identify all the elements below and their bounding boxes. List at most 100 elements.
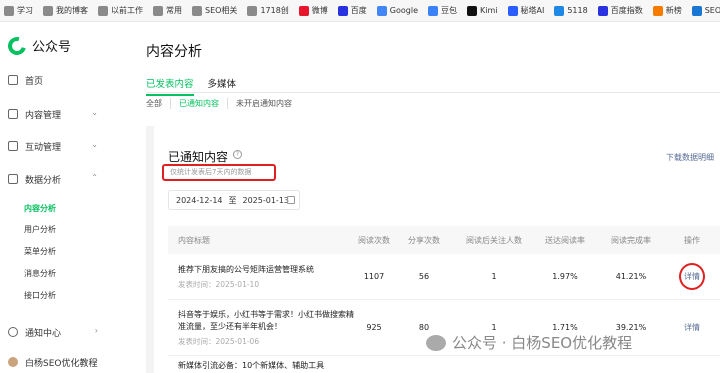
chevron-down-icon: ⌄ xyxy=(91,108,98,117)
bookmark-item[interactable]: 学习 xyxy=(4,5,33,16)
bookmark-item[interactable]: 我的博客 xyxy=(43,5,88,16)
sidebar-subitem-message-analysis[interactable]: 消息分析 xyxy=(24,268,56,279)
sidebar-item-label: 首页 xyxy=(25,76,44,87)
sidebar-subitem-user-analysis[interactable]: 用户分析 xyxy=(24,224,56,235)
main-content: 内容分析 已发表内容 多媒体 全部 已通知内容 未开启通知内容 已通知内容 ? … xyxy=(110,22,720,373)
kimi-icon xyxy=(467,5,478,16)
bookmark-label: 学习 xyxy=(17,6,33,15)
date-range-picker[interactable]: 2024-12-14 至 2025-01-13 xyxy=(168,190,300,210)
bookmark-label: Kimi xyxy=(480,6,498,15)
bookmark-item[interactable]: 1718创 xyxy=(247,5,289,16)
baidu-index-icon xyxy=(597,5,608,16)
cell-reads: 925 xyxy=(366,323,382,332)
wechat-icon xyxy=(426,334,446,351)
article-title[interactable]: 新媒体引流必备：10个新媒体、辅助工具 xyxy=(178,360,356,372)
col-follows: 阅读后关注人数 xyxy=(466,235,522,245)
detail-link[interactable]: 详情 xyxy=(679,263,705,290)
sidebar-item-label: 互动管理 xyxy=(25,142,62,153)
wechat-mp-logo-icon xyxy=(4,33,30,58)
bookmark-item[interactable]: 豆包 xyxy=(428,5,457,16)
folder-icon xyxy=(43,5,53,16)
bookmark-item[interactable]: 百度指数 xyxy=(597,5,643,16)
bookmark-label: 常用 xyxy=(166,6,182,15)
chevron-right-icon: › xyxy=(94,356,98,365)
col-reads: 阅读次数 xyxy=(358,235,390,245)
app-logo[interactable]: 公众号 xyxy=(4,33,72,58)
article-title[interactable]: 抖音等于娱乐，小红书等于需求！小红书做搜索精准流量，至少还有半年机会！ xyxy=(178,309,356,333)
folder-icon xyxy=(247,5,258,16)
sidebar-item-content-management[interactable]: 内容管理 ⌄ xyxy=(0,104,110,124)
bookmark-item[interactable]: 百度 xyxy=(337,5,367,16)
cell-reads: 1107 xyxy=(363,272,385,281)
watermark: 公众号 · 白杨SEO优化教程 xyxy=(426,332,632,353)
sidebar-item-notifications[interactable]: 通知中心 › xyxy=(0,322,110,342)
bookmark-label: Google xyxy=(389,6,419,15)
col-complete-rate: 阅读完成率 xyxy=(611,235,651,245)
date-separator: 至 xyxy=(228,195,237,205)
cell-reach-rate: 1.97% xyxy=(552,272,578,281)
article-title[interactable]: 推荐下朋友搞的公号矩阵运营管理系统 xyxy=(178,264,356,276)
bookmark-item[interactable]: 以前工作 xyxy=(98,5,143,16)
bookmark-item[interactable]: 微博 xyxy=(298,5,328,16)
tab-multimedia[interactable]: 多媒体 xyxy=(208,76,237,96)
sidebar-item-home[interactable]: 首页 xyxy=(0,70,110,90)
bookmark-item[interactable]: Kimi xyxy=(467,5,498,16)
subtab-not-notified[interactable]: 未开启通知内容 xyxy=(228,98,300,109)
help-icon[interactable]: ? xyxy=(233,150,242,159)
cell-reach-rate: 1.71% xyxy=(552,323,578,332)
calendar-icon xyxy=(287,196,295,204)
content-tabs: 已发表内容 多媒体 xyxy=(146,76,236,96)
col-reach-rate: 送达阅读率 xyxy=(545,235,585,245)
bookmark-item[interactable]: Google xyxy=(376,5,419,16)
logo-text: 公众号 xyxy=(32,40,72,55)
tab-published[interactable]: 已发表内容 xyxy=(146,76,194,96)
sidebar-subitem-api-analysis[interactable]: 接口分析 xyxy=(24,290,56,301)
chevron-up-icon: ⌃ xyxy=(91,173,98,182)
sidebar-item-data-analysis[interactable]: 数据分析 ⌃ xyxy=(0,169,110,189)
bookmark-item[interactable]: 5118 xyxy=(554,5,588,16)
watermark-text: 公众号 · 白杨SEO优化教程 xyxy=(452,334,633,352)
page-title: 内容分析 xyxy=(146,44,202,60)
google-icon xyxy=(376,5,387,16)
sidebar: 公众号 首页 内容管理 ⌄ 互动管理 ⌄ 数据分析 ⌃ 内容分析 用户分析 菜单… xyxy=(0,22,110,373)
bookmark-label: 新榜 xyxy=(665,6,682,15)
bookmark-item[interactable]: SEO查询 xyxy=(691,5,720,16)
chevron-right-icon: › xyxy=(94,326,98,335)
date-start: 2024-12-14 xyxy=(176,195,223,205)
sidebar-item-label: 数据分析 xyxy=(25,175,62,186)
cell-complete-rate: 39.21% xyxy=(615,323,647,332)
cell-shares: 56 xyxy=(418,272,430,281)
detail-link[interactable]: 详情 xyxy=(684,323,700,332)
download-data-link[interactable]: 下载数据明细 xyxy=(666,152,714,163)
cell-shares: 80 xyxy=(418,323,430,332)
bookmark-label: SEO查询 xyxy=(704,6,720,15)
col-shares: 分享次数 xyxy=(408,235,440,245)
col-title: 内容标题 xyxy=(178,235,210,245)
sidebar-subitem-content-analysis[interactable]: 内容分析 xyxy=(24,203,56,214)
bookmark-label: SEO相关 xyxy=(205,6,238,15)
bookmark-label: 豆包 xyxy=(441,6,458,15)
bookmark-label: 我的博客 xyxy=(56,6,88,15)
sidebar-subitem-menu-analysis[interactable]: 菜单分析 xyxy=(24,246,56,257)
bell-icon xyxy=(8,327,18,337)
subtab-notified[interactable]: 已通知内容 xyxy=(171,98,228,109)
bookmark-item[interactable]: 秘塔AI xyxy=(507,5,544,16)
bookmark-label: 以前工作 xyxy=(111,6,143,15)
cell-follows: 1 xyxy=(491,323,497,332)
publish-date: 发表时间：2025-01-06 xyxy=(178,336,260,346)
bookmark-item[interactable]: 常用 xyxy=(153,5,182,16)
subtab-all[interactable]: 全部 xyxy=(146,98,171,109)
publish-date: 发表时间：2025-01-10 xyxy=(178,279,260,289)
sidebar-account[interactable]: 白杨SEO优化教程 › xyxy=(0,352,110,372)
sidebar-item-interaction[interactable]: 互动管理 ⌄ xyxy=(0,136,110,156)
date-end: 2025-01-13 xyxy=(242,195,290,205)
folder-icon xyxy=(4,5,14,16)
chat-icon xyxy=(8,141,18,151)
bookmark-item[interactable]: 新榜 xyxy=(652,5,682,16)
bookmark-item[interactable]: SEO相关 xyxy=(192,5,237,16)
metaso-icon xyxy=(507,5,518,16)
avatar xyxy=(8,357,18,367)
home-icon xyxy=(8,75,18,85)
bookmark-label: 5118 xyxy=(567,6,588,15)
col-action: 操作 xyxy=(684,235,700,245)
